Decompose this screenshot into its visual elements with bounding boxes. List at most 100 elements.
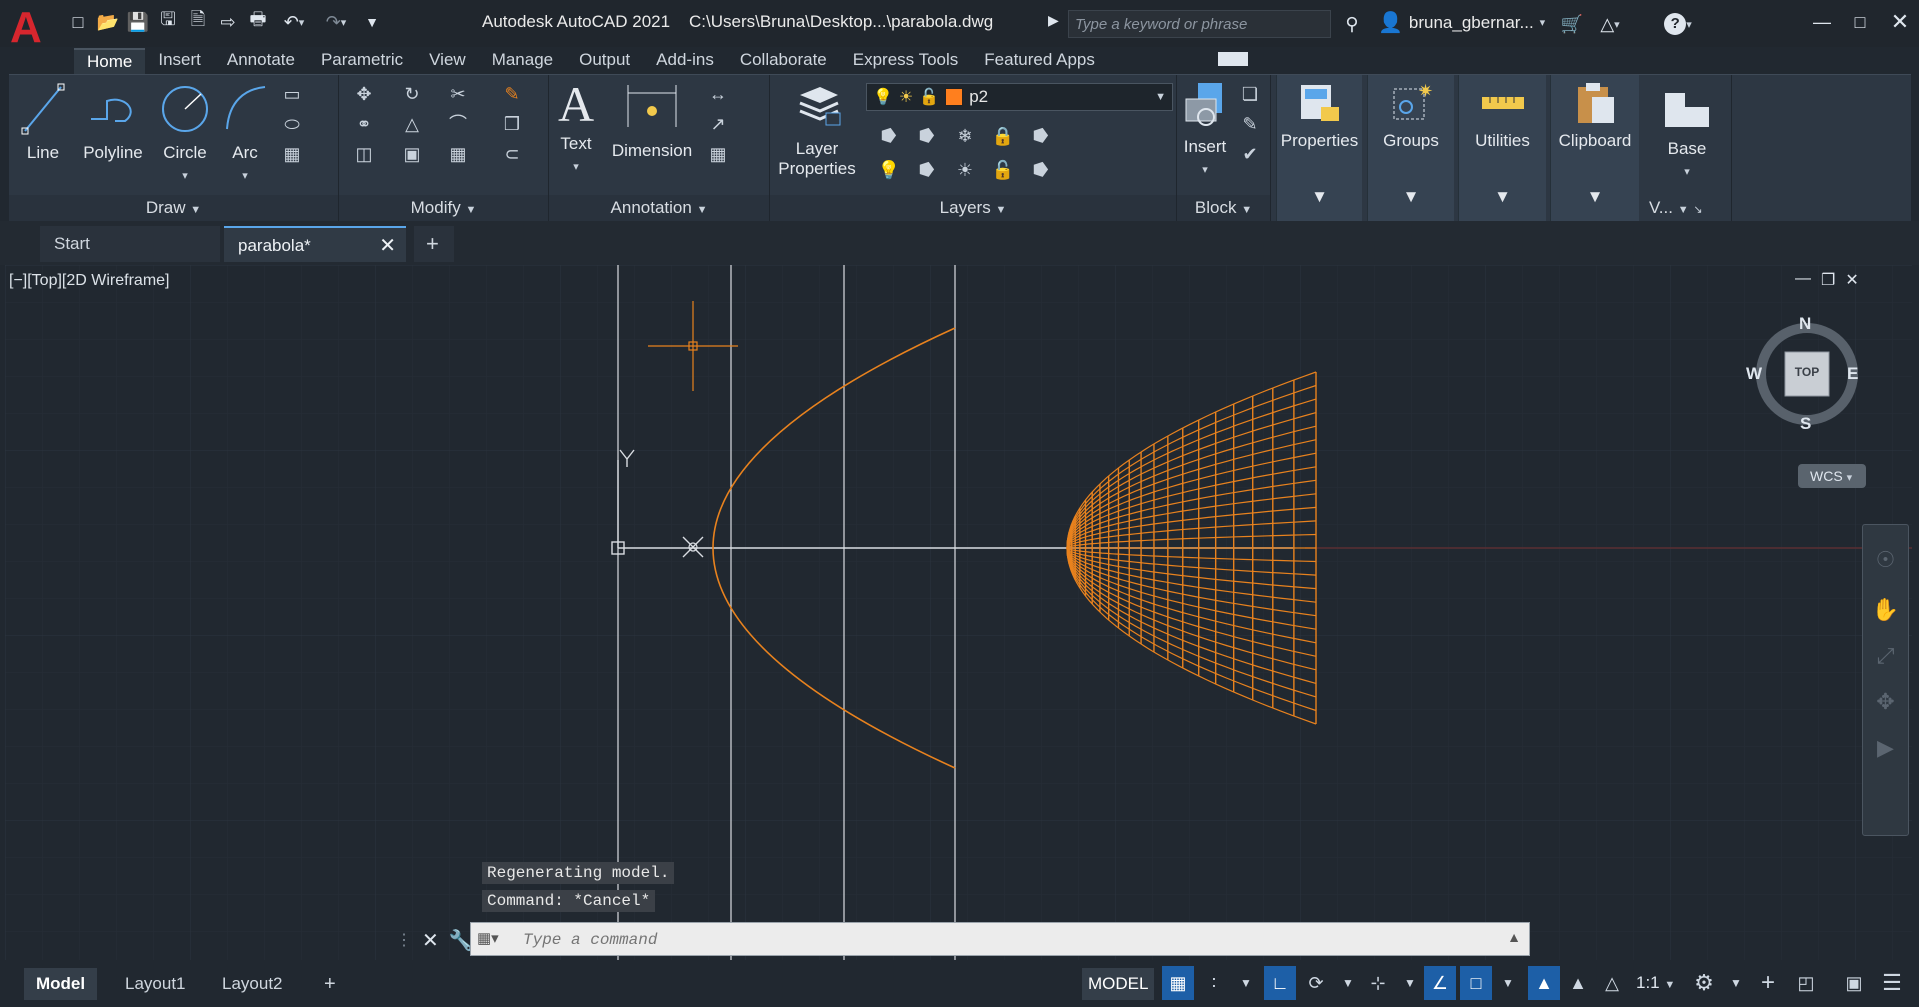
tab-output[interactable]: Output [566, 48, 643, 74]
layer-match-icon[interactable]: ⭓ [1028, 123, 1054, 149]
layout-tab-layout2[interactable]: Layout2 [210, 968, 295, 1000]
table-icon[interactable]: ▦ [705, 141, 731, 167]
open-icon[interactable]: 📂 [94, 8, 122, 36]
undo-icon[interactable]: ↶ ▾ [274, 8, 314, 36]
customization-menu-icon[interactable]: ☰ [1876, 966, 1908, 1000]
panel-title-annotation[interactable]: Annotation ▼ [549, 195, 769, 221]
maximize-icon[interactable]: □ [1846, 8, 1874, 36]
line-tool-button[interactable]: Line [17, 81, 69, 164]
annotation-scale-icon[interactable]: △ [1596, 966, 1628, 1000]
chevron-down-icon[interactable]: ▼ [1394, 966, 1426, 1000]
snap-icon[interactable]: ∶ [1198, 966, 1230, 1000]
close-icon[interactable]: ✕ [1886, 8, 1914, 36]
scale-icon[interactable]: ▣ [399, 141, 425, 167]
search-input[interactable]: Type a keyword or phrase [1068, 10, 1331, 38]
polyline-tool-button[interactable]: Polyline [73, 81, 153, 164]
panel-title-layers[interactable]: Layers ▼ [770, 195, 1176, 221]
compass-south[interactable]: S [1800, 414, 1811, 434]
layer-freeze-icon[interactable]: ❄ [952, 123, 978, 149]
copy-icon[interactable]: ⚭ [351, 111, 377, 137]
annotation-monitor-icon[interactable]: + [1752, 966, 1784, 1000]
share-icon[interactable]: ⇨ [214, 8, 242, 36]
compass-north[interactable]: N [1799, 314, 1811, 334]
utilities-panel-button[interactable]: Utilities ▼ [1458, 75, 1546, 221]
close-tab-icon[interactable]: ✕ [379, 228, 396, 264]
mirror-icon[interactable]: △ [399, 111, 425, 137]
user-menu[interactable]: 👤 bruna_gbernar... ▾ [1378, 10, 1545, 35]
layout-tab-model[interactable]: Model [24, 968, 98, 1000]
tab-annotate[interactable]: Annotate [214, 48, 308, 74]
erase-icon[interactable]: ✎ [499, 81, 525, 107]
rectangle-icon[interactable]: ▭ [279, 81, 305, 107]
new-tab-icon[interactable]: + [414, 226, 454, 262]
properties-panel-button[interactable]: Properties ▼ [1276, 75, 1362, 221]
tab-add-ins[interactable]: Add-ins [643, 48, 727, 74]
leader-icon[interactable]: ↗ [705, 111, 731, 137]
tab-start[interactable]: Start [40, 226, 220, 262]
layer-change-icon[interactable]: ⭓ [1028, 157, 1054, 183]
insert-block-button[interactable]: Insert ▾ [1177, 81, 1233, 178]
panel-title-view[interactable]: V... ▼ ↘ [1643, 195, 1731, 221]
command-prompt-icon[interactable]: ▦▾ [477, 929, 499, 947]
minimize-icon[interactable]: — [1795, 270, 1811, 290]
pan-icon[interactable]: ✋ [1863, 597, 1908, 623]
layer-off-icon[interactable]: ⭓ [876, 123, 902, 149]
chevron-down-icon[interactable]: ▼ [1720, 966, 1752, 1000]
stretch-icon[interactable]: ◫ [351, 141, 377, 167]
trim-icon[interactable]: ✂ [445, 81, 471, 107]
chevron-down-icon[interactable]: ▼ [1332, 966, 1364, 1000]
new-layout-icon[interactable]: + [312, 968, 348, 1000]
layer-unisolate-icon[interactable]: ⭓ [914, 157, 940, 183]
command-history-toggle-icon[interactable]: ▲ [1507, 929, 1521, 945]
save-icon[interactable]: 💾 [124, 8, 152, 36]
close-icon[interactable]: ✕ [1845, 270, 1858, 290]
layer-dropdown[interactable]: 💡 ☀ 🔓 p2 ▼ [866, 83, 1173, 111]
plot-icon[interactable]: 🖶 [244, 8, 272, 36]
arrow-right-icon[interactable]: ▶ [1048, 12, 1059, 29]
tab-view[interactable]: View [416, 48, 479, 74]
auto-scale-icon[interactable]: ▲ [1562, 966, 1594, 1000]
steering-wheel-icon[interactable]: ☉ [1863, 547, 1908, 573]
tab-express-tools[interactable]: Express Tools [840, 48, 972, 74]
tab-manage[interactable]: Manage [479, 48, 566, 74]
compass-west[interactable]: W [1746, 364, 1762, 384]
layer-isolate-icon[interactable]: ⭓ [914, 123, 940, 149]
panel-title-modify[interactable]: Modify ▼ [339, 195, 548, 221]
tab-parabola[interactable]: parabola* ✕ [224, 226, 406, 262]
minimize-icon[interactable]: — [1808, 8, 1836, 36]
linear-dimension-icon[interactable]: ↔ [705, 81, 731, 107]
layout-tab-layout1[interactable]: Layout1 [113, 968, 198, 1000]
new-icon[interactable]: □ [64, 8, 92, 36]
orbit-icon[interactable]: ✥ [1863, 689, 1908, 715]
groups-panel-button[interactable]: ✷ Groups ▼ [1367, 75, 1454, 221]
clean-screen-icon[interactable]: ▣ [1838, 966, 1870, 1000]
workspace-gear-icon[interactable]: ⚙ [1688, 966, 1720, 1000]
fillet-icon[interactable]: ⌒ [445, 111, 471, 137]
explode-icon[interactable]: ❒ [499, 111, 525, 137]
panel-title-draw[interactable]: Draw ▼ [9, 195, 338, 221]
ortho-icon[interactable]: ∟ [1264, 966, 1296, 1000]
tab-featured-apps[interactable]: Featured Apps [971, 48, 1108, 74]
restore-icon[interactable]: ❐ [1821, 270, 1835, 290]
tab-home[interactable]: Home [74, 48, 146, 74]
layer-properties-button[interactable]: Layer Properties [772, 81, 862, 180]
chevron-down-icon[interactable]: ▼ [1492, 966, 1524, 1000]
chevron-down-icon[interactable]: ▾ [182, 170, 188, 182]
offset-icon[interactable]: ⊂ [499, 141, 525, 167]
isodraft-icon[interactable]: ⊹ [1362, 966, 1394, 1000]
search-icon[interactable]: ⚲ [1338, 10, 1366, 38]
array-icon[interactable]: ▦ [445, 141, 471, 167]
layer-lock-icon[interactable]: 🔒 [990, 123, 1016, 149]
ribbon-minimize-icon[interactable] [1218, 52, 1248, 66]
tab-insert[interactable]: Insert [145, 48, 214, 74]
close-icon[interactable]: ✕ [422, 928, 439, 953]
redo-icon[interactable]: ↷ ▾ [316, 8, 356, 36]
showmotion-icon[interactable]: ▶ [1863, 735, 1908, 761]
block-attribute-icon[interactable]: ✔ [1237, 141, 1263, 167]
cart-icon[interactable]: 🛒 [1558, 10, 1586, 38]
viewcube[interactable]: TOP N S E W [1746, 314, 1865, 434]
ellipse-icon[interactable]: ⬭ [279, 111, 305, 137]
autocad-logo-button[interactable]: A [10, 6, 48, 50]
object-snap-tracking-icon[interactable]: ∠ [1424, 966, 1456, 1000]
object-snap-icon[interactable]: □ [1460, 966, 1492, 1000]
